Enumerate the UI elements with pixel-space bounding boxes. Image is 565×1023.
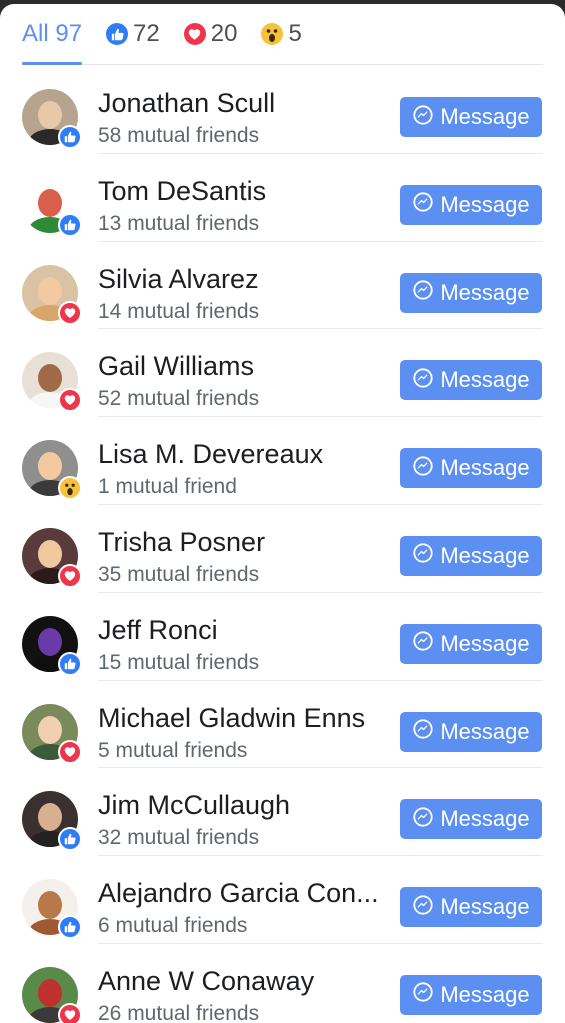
reaction-tabs: All 97 72 20 5 (22, 4, 543, 65)
messenger-icon (412, 718, 434, 745)
tab-love-count: 20 (210, 20, 238, 47)
person-name[interactable]: Alejandro Garcia Con... (98, 878, 379, 909)
message-button-label: Message (440, 455, 530, 481)
messenger-icon (412, 367, 434, 394)
message-button[interactable]: Message (400, 974, 542, 1015)
message-button-label: Message (440, 191, 530, 217)
tab-love[interactable]: 20 (183, 4, 238, 64)
love-icon (58, 300, 82, 325)
person-name[interactable]: Jonathan Scull (98, 88, 275, 119)
mutual-friends-count: 14 mutual friends (98, 299, 260, 323)
messenger-icon (412, 630, 434, 657)
message-button-label: Message (440, 806, 530, 832)
wow-icon (261, 23, 284, 45)
mutual-friends-count: 15 mutual friends (98, 650, 260, 674)
tab-all-label: All 97 (22, 20, 83, 47)
like-icon (106, 23, 129, 45)
messenger-icon (412, 894, 434, 921)
like-icon (58, 212, 82, 237)
message-button[interactable]: Message (400, 535, 542, 576)
person-name[interactable]: Michael Gladwin Enns (98, 703, 365, 734)
wow-icon (58, 476, 82, 501)
messenger-icon (412, 981, 434, 1008)
list-item: Michael Gladwin Enns 5 mutual friends Me… (0, 681, 565, 769)
message-button-label: Message (440, 630, 530, 656)
messenger-icon (412, 279, 434, 306)
message-button[interactable]: Message (400, 887, 542, 928)
person-name[interactable]: Silvia Alvarez (98, 264, 259, 295)
message-button-label: Message (440, 279, 530, 305)
love-icon (183, 23, 206, 45)
people-list: Jonathan Scull 58 mutual friends Message… (0, 66, 565, 1023)
messenger-icon (412, 542, 434, 569)
list-item: Jonathan Scull 58 mutual friends Message (0, 66, 565, 154)
messenger-icon (412, 455, 434, 482)
message-button-label: Message (440, 104, 530, 129)
person-name[interactable]: Jeff Ronci (98, 615, 218, 646)
messenger-icon (412, 104, 434, 131)
mutual-friends-count: 32 mutual friends (98, 826, 260, 850)
messenger-icon (412, 806, 434, 833)
reactions-sheet: All 97 72 20 5 Jonathan Scull 58 mutual … (0, 4, 565, 1023)
mutual-friends-count: 52 mutual friends (98, 387, 260, 411)
person-name[interactable]: Tom DeSantis (98, 176, 266, 207)
list-item: Jim McCullaugh 32 mutual friends Message (0, 768, 565, 857)
like-icon (58, 827, 82, 852)
person-name[interactable]: Gail Williams (98, 351, 254, 382)
list-item: Tom DeSantis 13 mutual friends Message (0, 154, 565, 242)
message-button[interactable]: Message (400, 272, 542, 313)
list-item: Gail Williams 52 mutual friends Message (0, 329, 565, 418)
person-name[interactable]: Lisa M. Devereaux (98, 439, 323, 470)
message-button[interactable]: Message (400, 623, 542, 664)
mutual-friends-count: 58 mutual friends (98, 124, 260, 147)
message-button-label: Message (440, 894, 530, 920)
list-item: Trisha Posner 35 mutual friends Message (0, 505, 565, 593)
list-item: Silvia Alvarez 14 mutual friends Message (0, 242, 565, 330)
mutual-friends-count: 6 mutual friends (98, 914, 248, 938)
tab-like[interactable]: 72 (106, 4, 160, 64)
mutual-friends-count: 1 mutual friend (98, 475, 237, 499)
message-button[interactable]: Message (400, 799, 542, 840)
message-button[interactable]: Message (400, 184, 542, 225)
tab-all[interactable]: All 97 (22, 4, 83, 65)
message-button-label: Message (440, 718, 530, 744)
message-button[interactable]: Message (400, 711, 542, 752)
like-icon (58, 915, 82, 940)
message-button[interactable]: Message (400, 97, 542, 137)
love-icon (58, 739, 82, 764)
message-button[interactable]: Message (400, 360, 542, 401)
mutual-friends-count: 35 mutual friends (98, 562, 260, 586)
list-item: Anne W Conaway 26 mutual friends Message (0, 944, 565, 1023)
tab-wow[interactable]: 5 (261, 4, 302, 64)
mutual-friends-count: 26 mutual friends (98, 1001, 260, 1023)
like-icon (58, 651, 82, 676)
person-name[interactable]: Jim McCullaugh (98, 790, 290, 821)
person-name[interactable]: Anne W Conaway (98, 966, 314, 997)
tab-like-count: 72 (133, 20, 160, 47)
like-icon (58, 125, 82, 149)
mutual-friends-count: 13 mutual friends (98, 211, 260, 235)
love-icon (58, 563, 82, 588)
love-icon (58, 388, 82, 413)
list-item: Alejandro Garcia Con... 6 mutual friends… (0, 856, 565, 944)
messenger-icon (412, 191, 434, 218)
love-icon (58, 1002, 82, 1023)
message-button-label: Message (440, 981, 530, 1007)
person-name[interactable]: Trisha Posner (98, 527, 265, 558)
tab-wow-count: 5 (288, 20, 302, 47)
message-button[interactable]: Message (400, 448, 542, 489)
message-button-label: Message (440, 542, 530, 568)
list-item: Jeff Ronci 15 mutual friends Message (0, 593, 565, 681)
message-button-label: Message (440, 367, 530, 393)
list-item: Lisa M. Devereaux 1 mutual friend Messag… (0, 417, 565, 505)
mutual-friends-count: 5 mutual friends (98, 738, 248, 762)
